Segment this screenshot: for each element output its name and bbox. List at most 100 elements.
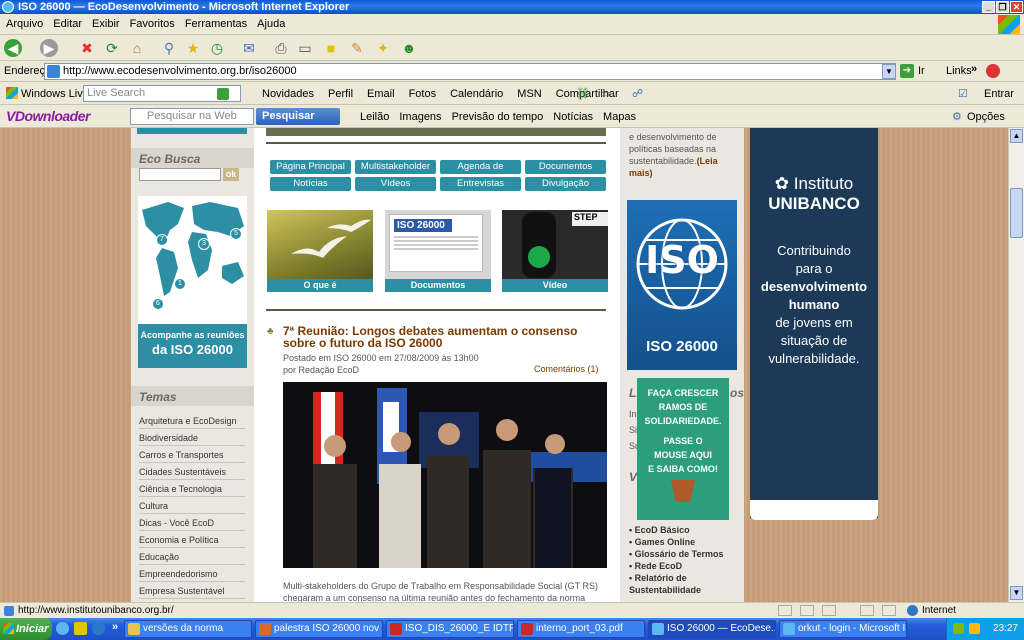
print-icon[interactable]: ⎙ [272,39,290,57]
live-link-calendario[interactable]: Calendário [450,88,503,100]
vd-link-imagens[interactable]: Imagens [399,111,441,123]
link-item[interactable]: • EcoD Básico [629,524,741,536]
menu-arquivo[interactable]: Arquivo [6,18,43,30]
nav-noticias[interactable]: Notícias [270,177,351,191]
live-extra-icon[interactable]: ⛓ [576,87,590,100]
scroll-down-icon[interactable]: ▼ [1010,586,1023,600]
quicklaunch-ie-icon[interactable] [56,622,69,635]
live-people-icon[interactable]: ☍ [632,87,643,100]
nav-divulgacao[interactable]: Divulgação [525,177,606,191]
vd-link-previsao[interactable]: Previsão do tempo [452,111,544,123]
article-photo[interactable] [283,382,607,568]
tema-item[interactable]: Carros e Transportes [139,446,245,463]
refresh-icon[interactable]: ⟳ [103,39,121,57]
quicklaunch-more-icon[interactable]: » [112,621,118,633]
web-search-input[interactable]: Pesquisar na Web [130,108,254,125]
options-link[interactable]: Opções [967,111,1005,123]
pesquisar-button[interactable]: Pesquisar [256,108,340,125]
nav-documentos[interactable]: Documentos [525,160,606,174]
vertical-scrollbar[interactable]: ▲ ▼ [1008,128,1024,602]
map-marker[interactable]: 3 [198,238,210,250]
quicklaunch-browser-icon[interactable] [92,622,105,635]
tray-icon[interactable] [969,623,980,634]
nav-pagina-principal[interactable]: Página Principal [270,160,351,174]
link-item[interactable]: • Rede EcoD [629,560,741,572]
live-window-icon[interactable]: ▭ [600,87,610,100]
live-link-msn[interactable]: MSN [517,88,541,100]
tema-item[interactable]: Biodiversidade [139,429,245,446]
vd-link-mapas[interactable]: Mapas [603,111,636,123]
map-marker[interactable]: 5 [230,228,242,240]
menu-ferramentas[interactable]: Ferramentas [185,18,247,30]
menu-favoritos[interactable]: Favoritos [130,18,175,30]
nav-entrevistas[interactable]: Entrevistas [440,177,521,191]
live-search-go-icon[interactable] [217,88,229,100]
task-button[interactable]: versões da norma [124,620,252,638]
links-label[interactable]: Links [946,65,972,77]
nav-agenda[interactable]: Agenda de Reuniões [440,160,521,186]
favorites-icon[interactable]: ★ [184,39,202,57]
address-input[interactable]: http://www.ecodesenvolvimento.org.br/iso… [44,63,896,80]
stop-icon[interactable]: ✖ [78,39,96,57]
menu-exibir[interactable]: Exibir [92,18,120,30]
nav-multistakeholder[interactable]: Multistakeholder [355,160,436,174]
live-link-perfil[interactable]: Perfil [328,88,353,100]
vd-link-leilao[interactable]: Leilão [360,111,389,123]
task-button[interactable]: ISO_DIS_26000_E IDTF... [386,620,514,638]
links-chevron-icon[interactable]: » [971,63,977,75]
go-arrow-icon[interactable]: ➔ [900,64,914,78]
thumb-video[interactable]: STEP Vídeo [502,210,608,292]
go-button[interactable]: Ir [918,65,925,77]
scroll-up-icon[interactable]: ▲ [1010,129,1023,143]
quicklaunch-app-icon[interactable] [74,622,87,635]
iso-26000-banner[interactable]: ISO ISO 26000 [627,200,737,370]
map-marker[interactable]: 6 [152,298,164,310]
live-link-fotos[interactable]: Fotos [409,88,437,100]
add-favorite-icon[interactable]: ✦ [374,39,392,57]
live-link-novidades[interactable]: Novidades [262,88,314,100]
map-marker[interactable]: 1 [174,278,186,290]
unibanco-ad[interactable]: ✿ Instituto UNIBANCO Contribuindo para o… [750,128,878,518]
tema-item[interactable]: Empreendedorismo [139,565,245,582]
eco-busca-ok-button[interactable]: ok [223,168,239,181]
minimize-button[interactable]: _ [982,1,995,13]
task-button[interactable]: interno_port_03.pdf [517,620,645,638]
thumb-o-que-e[interactable]: O que é [267,210,373,292]
history-icon[interactable]: ◷ [208,39,226,57]
forward-icon[interactable]: ▶ [40,39,58,57]
vdownloader-brand[interactable]: VDownloader [6,108,90,124]
task-button[interactable]: orkut - login - Microsoft I... [779,620,907,638]
link-item[interactable]: • Games Online [629,536,741,548]
tema-item[interactable]: Economia e Política [139,531,245,548]
article-title[interactable]: 7ª Reunião: Longos debates aumentam o co… [283,325,603,349]
messenger-icon[interactable]: ☻ [400,39,418,57]
restore-button[interactable]: ❐ [996,1,1009,13]
nav-videos[interactable]: Vídeos [355,177,436,191]
tema-item[interactable]: Cidades Sustentáveis [139,463,245,480]
toolbar-extra-icon[interactable] [986,64,1000,78]
address-dropdown-icon[interactable]: ▼ [882,64,896,79]
tema-item[interactable]: Ciência e Tecnologia [139,480,245,497]
eco-busca-input[interactable] [139,168,221,181]
solidariedade-ad[interactable]: FAÇA CRESCER RAMOS DE SOLIDARIEDADE. PAS… [637,378,729,520]
tema-item[interactable]: Arquitetura e EcoDesign [139,412,245,429]
mail-icon[interactable]: ✉ [240,39,258,57]
tema-item[interactable]: Dicas - Você EcoD [139,514,245,531]
home-icon[interactable]: ⌂ [128,39,146,57]
back-icon[interactable]: ◀ [4,39,22,57]
research-icon[interactable]: ✎ [348,39,366,57]
menu-ajuda[interactable]: Ajuda [257,18,285,30]
tema-item[interactable]: Empresa Sustentável [139,582,245,599]
signin-link[interactable]: Entrar [984,88,1014,100]
start-button[interactable]: Iniciar [0,618,52,640]
edit-icon[interactable]: ▭ [296,39,314,57]
menu-editar[interactable]: Editar [53,18,82,30]
vd-link-noticias[interactable]: Notícias [553,111,593,123]
task-button[interactable]: palestra ISO 26000 nov ... [255,620,383,638]
world-map-banner[interactable]: 7 3 5 1 6 Acompanhe as reuniões da ISO 2… [138,196,247,368]
tema-item[interactable]: Educação [139,548,245,565]
map-marker[interactable]: 7 [156,234,168,246]
comments-link[interactable]: Comentários (1) [534,364,599,374]
search-icon[interactable]: ⚲ [160,39,178,57]
windows-live-brand[interactable]: Windows Live [21,88,89,100]
